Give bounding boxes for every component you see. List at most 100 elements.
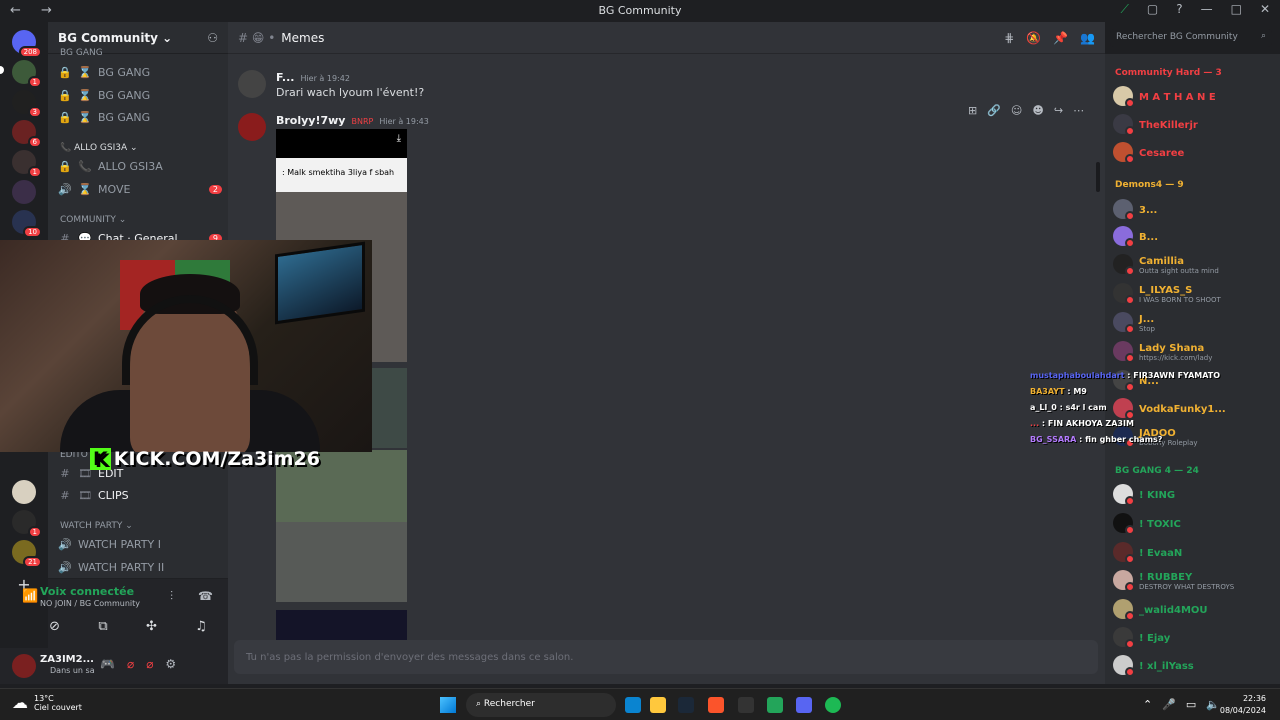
mic-muted-icon[interactable]: ⌀ [127, 657, 134, 671]
volume-icon[interactable]: 🔈 [1206, 698, 1220, 711]
member-name: TheKillerjr [1139, 120, 1198, 131]
server-icon[interactable]: 1 [12, 150, 42, 178]
screen-share-icon[interactable]: ⧉ [98, 619, 107, 634]
add-member-icon[interactable]: ⚇ [207, 31, 218, 45]
category-bg-gang[interactable]: BG GANG [60, 48, 103, 58]
server-icon[interactable]: 3 [12, 90, 42, 118]
member-row[interactable]: Camillia Outta sight outta mind [1113, 252, 1273, 276]
activities-icon[interactable]: ✣ [146, 619, 157, 634]
member-row[interactable]: B... [1113, 224, 1273, 248]
server-icon[interactable]: 1 [12, 510, 42, 538]
category-community[interactable]: COMMUNITY ⌄ [60, 215, 126, 225]
react-icon[interactable]: ☺ [1011, 104, 1022, 117]
search-input[interactable]: Rechercher BG Community ⌕ [1110, 29, 1272, 47]
server-icon[interactable]: 6 [12, 120, 42, 148]
start-button[interactable] [440, 697, 456, 713]
nitro-icon[interactable]: ⟋ [1120, 2, 1128, 17]
members-icon[interactable]: 👥 [1080, 31, 1095, 45]
link-icon[interactable]: 🔗 [987, 104, 1001, 117]
clock[interactable]: 22:36 08/04/2024 [1220, 693, 1266, 717]
obs-icon[interactable] [738, 697, 754, 713]
notifications-muted-icon[interactable]: 🔕 [1026, 31, 1041, 45]
threads-icon[interactable]: ⋕ [1004, 31, 1014, 45]
inbox-icon[interactable]: ▢ [1147, 2, 1158, 17]
deafen-icon[interactable]: ⌀ [146, 657, 153, 671]
server-icon[interactable]: 1 [12, 60, 42, 88]
image-attachment[interactable] [276, 610, 407, 642]
category-watch-party[interactable]: WATCH PARTY ⌄ [60, 521, 133, 531]
chevron-up-icon[interactable]: ⌃ [1143, 698, 1152, 711]
image-attachment[interactable] [276, 522, 407, 602]
scrollbar[interactable] [1096, 162, 1100, 192]
member-row[interactable]: Lady Shana https://kick.com/lady [1113, 339, 1273, 363]
emoji-icon[interactable]: ☻ [1032, 104, 1043, 117]
member-row[interactable]: ! Ejay [1113, 625, 1273, 649]
channel-bg-gang[interactable]: 🔒 ⌛ BG GANG [58, 66, 222, 79]
brave-icon[interactable] [708, 697, 724, 713]
channel-move[interactable]: 🔊 ⌛ MOVE 2 [58, 183, 222, 196]
network-icon[interactable]: ▭ [1186, 698, 1196, 711]
spotify-icon[interactable] [825, 697, 841, 713]
weather-widget[interactable]: ☁ 13°C Ciel couvert [12, 693, 82, 712]
edge-icon[interactable] [625, 697, 641, 713]
more-icon[interactable]: ⋯ [1073, 104, 1084, 117]
soundboard-icon[interactable]: ♫ [195, 619, 207, 634]
disconnect-icon[interactable]: ☎ [198, 589, 213, 603]
server-icon[interactable]: 21 [12, 540, 42, 568]
member-row[interactable]: ! xl_ilYass [1113, 653, 1273, 677]
member-row[interactable]: ! KING [1113, 482, 1273, 506]
member-row[interactable]: 3... [1113, 197, 1273, 221]
help-icon[interactable]: ? [1176, 2, 1182, 17]
server-icon[interactable] [12, 480, 36, 504]
avatar[interactable] [238, 113, 266, 141]
download-icon[interactable]: ⤓ [397, 133, 401, 144]
explorer-icon[interactable] [650, 697, 666, 713]
member-row[interactable]: J... Stop [1113, 310, 1273, 334]
taskbar-search[interactable]: ⌕ Rechercher [466, 693, 616, 717]
user-controls: 🎮 ⌀ ⌀ ⚙ [100, 657, 176, 671]
channel-bg-gang[interactable]: 🔒 ⌛ BG GANG [58, 89, 222, 102]
member-row[interactable]: M A T H A N E [1113, 84, 1273, 108]
member-row[interactable]: Cesaree [1113, 140, 1273, 164]
camera-off-icon[interactable]: ⊘ [49, 619, 60, 634]
member-row[interactable]: _walid4MOU [1113, 597, 1273, 621]
member-row[interactable]: ! TOXIC [1113, 511, 1273, 535]
minimize-button[interactable]: — [1201, 2, 1213, 17]
pin-icon[interactable]: 📌 [1053, 31, 1068, 45]
server-icon[interactable] [12, 180, 36, 204]
member-row[interactable]: L_ILYAS_S I WAS BORN TO SHOOT [1113, 281, 1273, 305]
forward-icon[interactable]: ↪ [1054, 104, 1063, 117]
steam-icon[interactable] [678, 697, 694, 713]
channel-watch-party-1[interactable]: 🔊 WATCH PARTY I [58, 538, 222, 551]
settings-gear-icon[interactable]: ⚙ [165, 657, 176, 671]
mic-icon[interactable]: 🎤 [1162, 698, 1176, 711]
server-icon[interactable]: 10 [12, 210, 42, 238]
member-row[interactable]: TheKillerjr [1113, 112, 1273, 136]
game-icon[interactable]: 🎮 [100, 657, 115, 671]
member-row[interactable]: ! EvaaN [1113, 540, 1273, 564]
voice-channel[interactable]: NO JOIN / BG Community [40, 599, 140, 608]
xbox-icon[interactable] [767, 697, 783, 713]
signal-icon[interactable]: 📶 [22, 589, 38, 604]
close-button[interactable]: ✕ [1260, 2, 1270, 17]
avatar[interactable] [12, 654, 36, 678]
app-icon[interactable]: ⊞ [968, 104, 977, 117]
member-name: ! xl_ilYass [1139, 661, 1194, 672]
server-badge: 6 [27, 136, 42, 148]
channel-allo-gsi3a[interactable]: 🔒 📞 ALLO GSI3A [58, 160, 222, 173]
avatar[interactable] [238, 70, 266, 98]
message-author[interactable]: F... [276, 71, 294, 84]
category-allo[interactable]: 📞 ALLO GSI3A ⌄ [60, 143, 138, 153]
message-author[interactable]: Brolyy!7wy [276, 114, 345, 127]
message-time: Hier à 19:42 [300, 74, 350, 83]
maximize-button[interactable]: □ [1231, 2, 1242, 17]
home-button[interactable]: 208 [12, 30, 42, 58]
lock-icon: 🔒 [58, 111, 72, 124]
avatar [1113, 627, 1135, 649]
member-row[interactable]: ! RUBBEY DESTROY WHAT DESTROYS [1113, 568, 1273, 592]
discord-icon[interactable] [796, 697, 812, 713]
channel-clips[interactable]: # 🎞 CLIPS [58, 489, 222, 502]
noise-suppression-icon[interactable]: ⫶ [170, 589, 173, 604]
channel-watch-party-2[interactable]: 🔊 WATCH PARTY II [58, 561, 222, 574]
channel-bg-gang[interactable]: 🔒 ⌛ BG GANG [58, 111, 222, 124]
